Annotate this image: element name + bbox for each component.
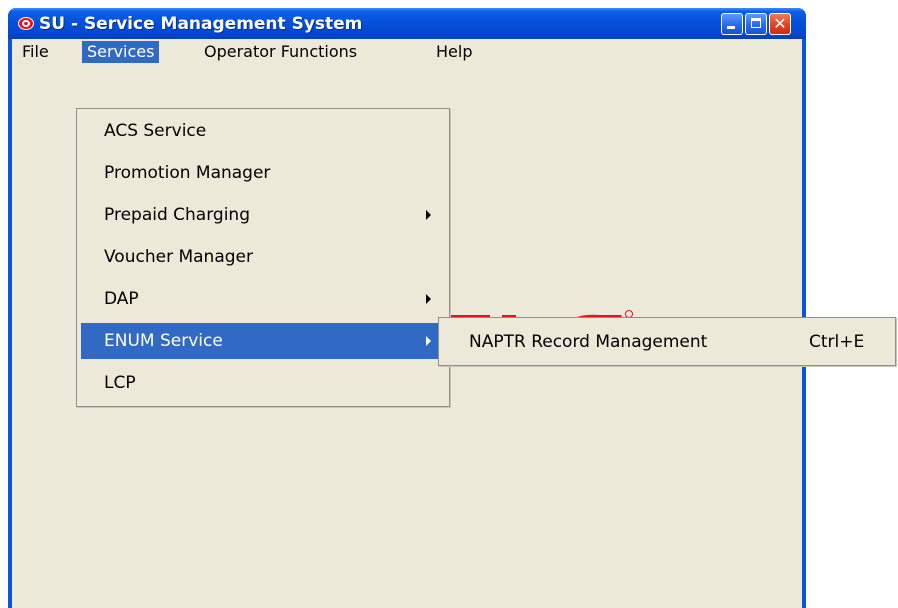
submenu-arrow-icon [426,210,431,220]
menu-item-lcp[interactable]: LCP [81,365,445,401]
menu-item-label: ENUM Service [104,331,223,351]
menu-item-label: NAPTR Record Management [469,332,708,352]
menu-item-label: Promotion Manager [104,163,271,183]
menu-item-acs-service[interactable]: ACS Service [81,113,445,149]
menu-item-prepaid-charging[interactable]: Prepaid Charging [81,197,445,233]
menu-item-label: Voucher Manager [104,247,253,267]
menu-file[interactable]: File [17,41,54,63]
close-button[interactable]: ✕ [769,13,791,35]
enum-service-submenu: NAPTR Record Management Ctrl+E [438,317,896,366]
menu-item-dap[interactable]: DAP [81,281,445,317]
menu-services[interactable]: Services [82,41,160,63]
close-icon: ✕ [773,14,787,33]
menu-help[interactable]: Help [431,41,477,63]
menu-item-voucher-manager[interactable]: Voucher Manager [81,239,445,275]
submenu-arrow-icon [426,294,431,304]
menu-item-label: ACS Service [104,121,207,141]
window-title: SU - Service Management System [39,14,363,34]
menu-item-label: Prepaid Charging [104,205,250,225]
menu-item-label: DAP [104,289,139,309]
minimize-button[interactable] [721,13,743,35]
title-bar[interactable]: SU - Service Management System ✕ [8,8,806,39]
menu-bar: File Services Operator Functions Help [12,39,802,64]
submenu-arrow-icon [426,336,431,346]
menu-item-label: LCP [104,373,136,393]
minimize-icon [727,26,735,29]
maximize-icon [751,18,761,28]
menu-item-naptr-record-management[interactable]: NAPTR Record Management Ctrl+E [439,324,895,360]
menu-item-enum-service[interactable]: ENUM Service [81,323,445,359]
services-menu: ACS Service Promotion Manager Prepaid Ch… [76,108,450,407]
menu-item-promotion-manager[interactable]: Promotion Manager [81,155,445,191]
menu-operator-functions[interactable]: Operator Functions [199,41,362,63]
oracle-logo-icon [18,17,34,30]
shortcut-label: Ctrl+E [809,332,865,352]
maximize-button[interactable] [745,13,767,35]
